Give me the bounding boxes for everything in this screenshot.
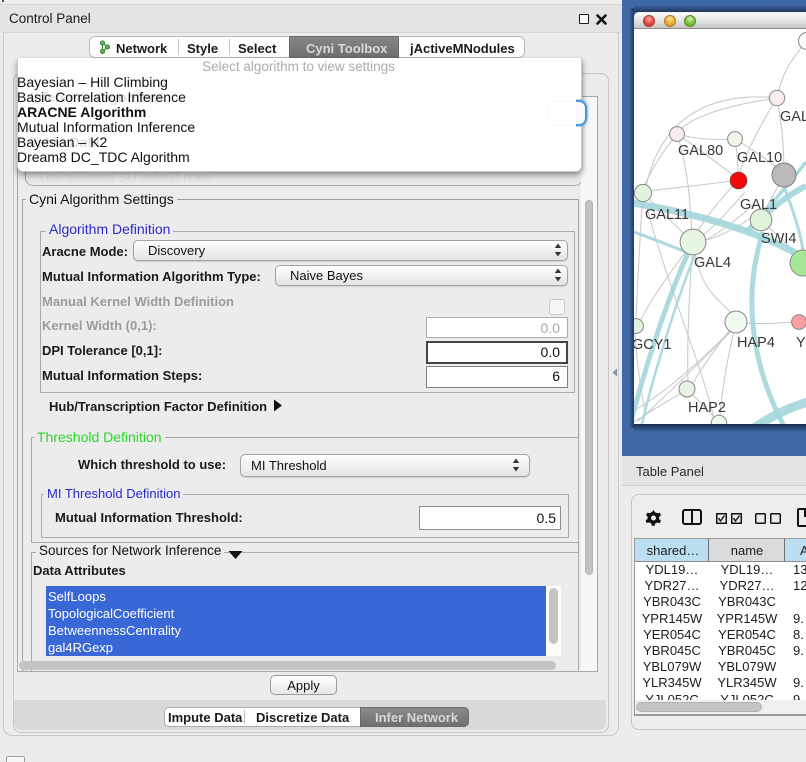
svg-text:HAP4: HAP4 (737, 335, 775, 351)
svg-text:GAL80: GAL80 (678, 143, 723, 159)
svg-text:GAL4: GAL4 (694, 255, 731, 271)
svg-text:SWI4: SWI4 (761, 231, 796, 247)
svg-text:GAL11: GAL11 (645, 207, 689, 223)
svg-text:GCY1: GCY1 (634, 337, 672, 353)
svg-text:Y: Y (796, 335, 806, 351)
svg-text:GAL1: GAL1 (740, 197, 777, 213)
svg-text:GAL10: GAL10 (737, 150, 782, 166)
svg-text:GAL: GAL (780, 109, 806, 125)
svg-text:HAP2: HAP2 (688, 400, 726, 416)
